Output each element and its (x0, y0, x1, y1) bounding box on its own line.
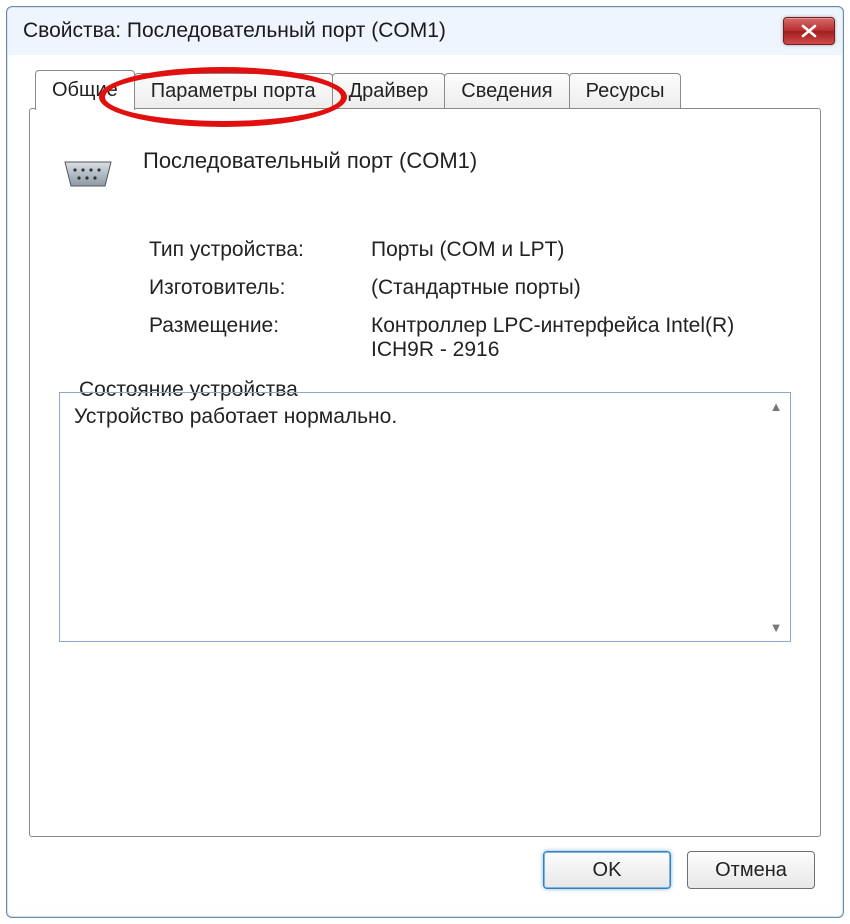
tab-details[interactable]: Сведения (444, 73, 569, 109)
tab-label: Драйвер (349, 80, 429, 102)
dialog-button-bar: OK Отмена (543, 851, 815, 889)
status-textbox[interactable]: Устройство работает нормально. ▲ ▼ (59, 392, 791, 642)
device-info-grid: Тип устройства: Порты (COM и LPT) Изгото… (149, 238, 791, 362)
label-manufacturer: Изготовитель: (149, 276, 359, 300)
tab-port-settings[interactable]: Параметры порта (134, 73, 333, 109)
close-button[interactable] (783, 17, 835, 45)
serial-port-icon (59, 152, 117, 194)
titlebar: Свойства: Последовательный порт (COM1) (7, 7, 843, 55)
tab-label: Сведения (461, 80, 552, 102)
value-manufacturer: (Стандартные порты) (371, 276, 791, 300)
tab-panel-general: Последовательный порт (COM1) Тип устройс… (29, 108, 821, 837)
device-status-group: Состояние устройства Устройство работает… (59, 392, 791, 642)
properties-dialog: Свойства: Последовательный порт (COM1) О… (6, 6, 844, 918)
tab-label: Параметры порта (151, 80, 316, 102)
device-header: Последовательный порт (COM1) (59, 146, 791, 194)
window-title: Свойства: Последовательный порт (COM1) (23, 19, 446, 43)
label-device-type: Тип устройства: (149, 238, 359, 262)
scroll-up-icon[interactable]: ▲ (766, 399, 786, 414)
tab-driver[interactable]: Драйвер (332, 73, 446, 109)
ok-button[interactable]: OK (543, 851, 671, 889)
status-text: Устройство работает нормально. (74, 405, 397, 428)
button-label: OK (593, 859, 622, 881)
label-location: Размещение: (149, 314, 359, 362)
status-scrollbar[interactable]: ▲ ▼ (766, 399, 786, 635)
device-name: Последовательный порт (COM1) (143, 146, 477, 174)
cancel-button[interactable]: Отмена (687, 851, 815, 889)
button-label: Отмена (715, 859, 787, 881)
tabstrip: Общие Параметры порта Драйвер Сведения Р… (17, 65, 833, 109)
scroll-down-icon[interactable]: ▼ (766, 620, 786, 635)
value-location: Контроллер LPC-интерфейса Intel(R) ICH9R… (371, 314, 791, 362)
tab-resources[interactable]: Ресурсы (569, 73, 682, 109)
tab-label: Общие (52, 79, 118, 101)
tab-label: Ресурсы (586, 80, 665, 102)
value-device-type: Порты (COM и LPT) (371, 238, 791, 262)
close-icon (800, 24, 818, 38)
tab-general[interactable]: Общие (35, 70, 135, 110)
client-area: Общие Параметры порта Драйвер Сведения Р… (17, 65, 833, 905)
